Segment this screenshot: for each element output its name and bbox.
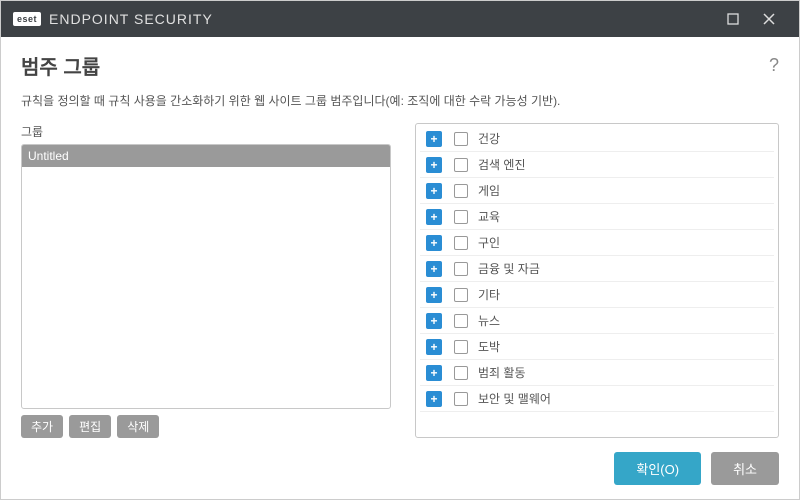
expand-icon[interactable]: + bbox=[426, 131, 442, 147]
category-label: 보안 및 맬웨어 bbox=[478, 390, 768, 407]
category-label: 뉴스 bbox=[478, 312, 768, 329]
category-row: + 범죄 활동 bbox=[420, 360, 774, 386]
category-row: + 뉴스 bbox=[420, 308, 774, 334]
category-row: + 구인 bbox=[420, 230, 774, 256]
category-label: 교육 bbox=[478, 208, 768, 225]
expand-icon[interactable]: + bbox=[426, 365, 442, 381]
category-label: 도박 bbox=[478, 338, 768, 355]
titlebar: eset ENDPOINT SECURITY bbox=[1, 1, 799, 37]
category-checkbox[interactable] bbox=[454, 184, 468, 198]
categories-pane: + 건강 + 검색 엔진 + 게임 + 교육 + 구인 + 금융 및 자금 + 기타 + 뉴스 + 도박 + 범죄 활… bbox=[415, 123, 779, 438]
category-checkbox[interactable] bbox=[454, 210, 468, 224]
category-checkbox[interactable] bbox=[454, 132, 468, 146]
expand-icon[interactable]: + bbox=[426, 261, 442, 277]
delete-button[interactable]: 삭제 bbox=[117, 415, 159, 438]
category-label: 검색 엔진 bbox=[478, 156, 768, 173]
category-row: + 도박 bbox=[420, 334, 774, 360]
category-checkbox[interactable] bbox=[454, 158, 468, 172]
groups-label: 그룹 bbox=[21, 123, 391, 140]
category-checkbox[interactable] bbox=[454, 262, 468, 276]
footer: 확인(O) 취소 bbox=[1, 438, 799, 499]
category-checkbox[interactable] bbox=[454, 366, 468, 380]
edit-button[interactable]: 편집 bbox=[69, 415, 111, 438]
category-label: 구인 bbox=[478, 234, 768, 251]
expand-icon[interactable]: + bbox=[426, 313, 442, 329]
ok-button[interactable]: 확인(O) bbox=[614, 452, 701, 485]
category-row: + 게임 bbox=[420, 178, 774, 204]
category-checkbox[interactable] bbox=[454, 392, 468, 406]
category-label: 범죄 활동 bbox=[478, 364, 768, 381]
groups-pane: 그룹 Untitled 추가 편집 삭제 bbox=[21, 123, 391, 438]
expand-icon[interactable]: + bbox=[426, 235, 442, 251]
expand-icon[interactable]: + bbox=[426, 209, 442, 225]
group-list[interactable]: Untitled bbox=[21, 144, 391, 409]
minimize-button[interactable] bbox=[715, 1, 751, 37]
expand-icon[interactable]: + bbox=[426, 287, 442, 303]
category-label: 기타 bbox=[478, 286, 768, 303]
expand-icon[interactable]: + bbox=[426, 391, 442, 407]
close-button[interactable] bbox=[751, 1, 787, 37]
category-row: + 금융 및 자금 bbox=[420, 256, 774, 282]
group-item[interactable]: Untitled bbox=[22, 145, 390, 167]
add-button[interactable]: 추가 bbox=[21, 415, 63, 438]
category-row: + 기타 bbox=[420, 282, 774, 308]
category-checkbox[interactable] bbox=[454, 340, 468, 354]
category-row: + 교육 bbox=[420, 204, 774, 230]
category-checkbox[interactable] bbox=[454, 314, 468, 328]
close-icon bbox=[763, 13, 775, 25]
expand-icon[interactable]: + bbox=[426, 339, 442, 355]
expand-icon[interactable]: + bbox=[426, 157, 442, 173]
category-row: + 보안 및 맬웨어 bbox=[420, 386, 774, 412]
expand-icon[interactable]: + bbox=[426, 183, 442, 199]
page-title: 범주 그룹 bbox=[21, 51, 100, 80]
category-checkbox[interactable] bbox=[454, 288, 468, 302]
cancel-button[interactable]: 취소 bbox=[711, 452, 779, 485]
category-label: 게임 bbox=[478, 182, 768, 199]
brand-badge: eset bbox=[13, 12, 41, 26]
minimize-icon bbox=[727, 13, 739, 25]
category-row: + 검색 엔진 bbox=[420, 152, 774, 178]
brand-text: ENDPOINT SECURITY bbox=[49, 11, 213, 27]
category-label: 건강 bbox=[478, 130, 768, 147]
help-icon[interactable]: ? bbox=[769, 55, 779, 76]
category-label: 금융 및 자금 bbox=[478, 260, 768, 277]
category-row: + 건강 bbox=[420, 126, 774, 152]
categories-scroll[interactable]: + 건강 + 검색 엔진 + 게임 + 교육 + 구인 + 금융 및 자금 + 기타 + 뉴스 + 도박 + 범죄 활… bbox=[416, 124, 778, 437]
category-checkbox[interactable] bbox=[454, 236, 468, 250]
content: 범주 그룹 ? 규칙을 정의할 때 규칙 사용을 간소화하기 위한 웹 사이트 … bbox=[1, 37, 799, 438]
page-description: 규칙을 정의할 때 규칙 사용을 간소화하기 위한 웹 사이트 그룹 범주입니다… bbox=[21, 92, 779, 109]
